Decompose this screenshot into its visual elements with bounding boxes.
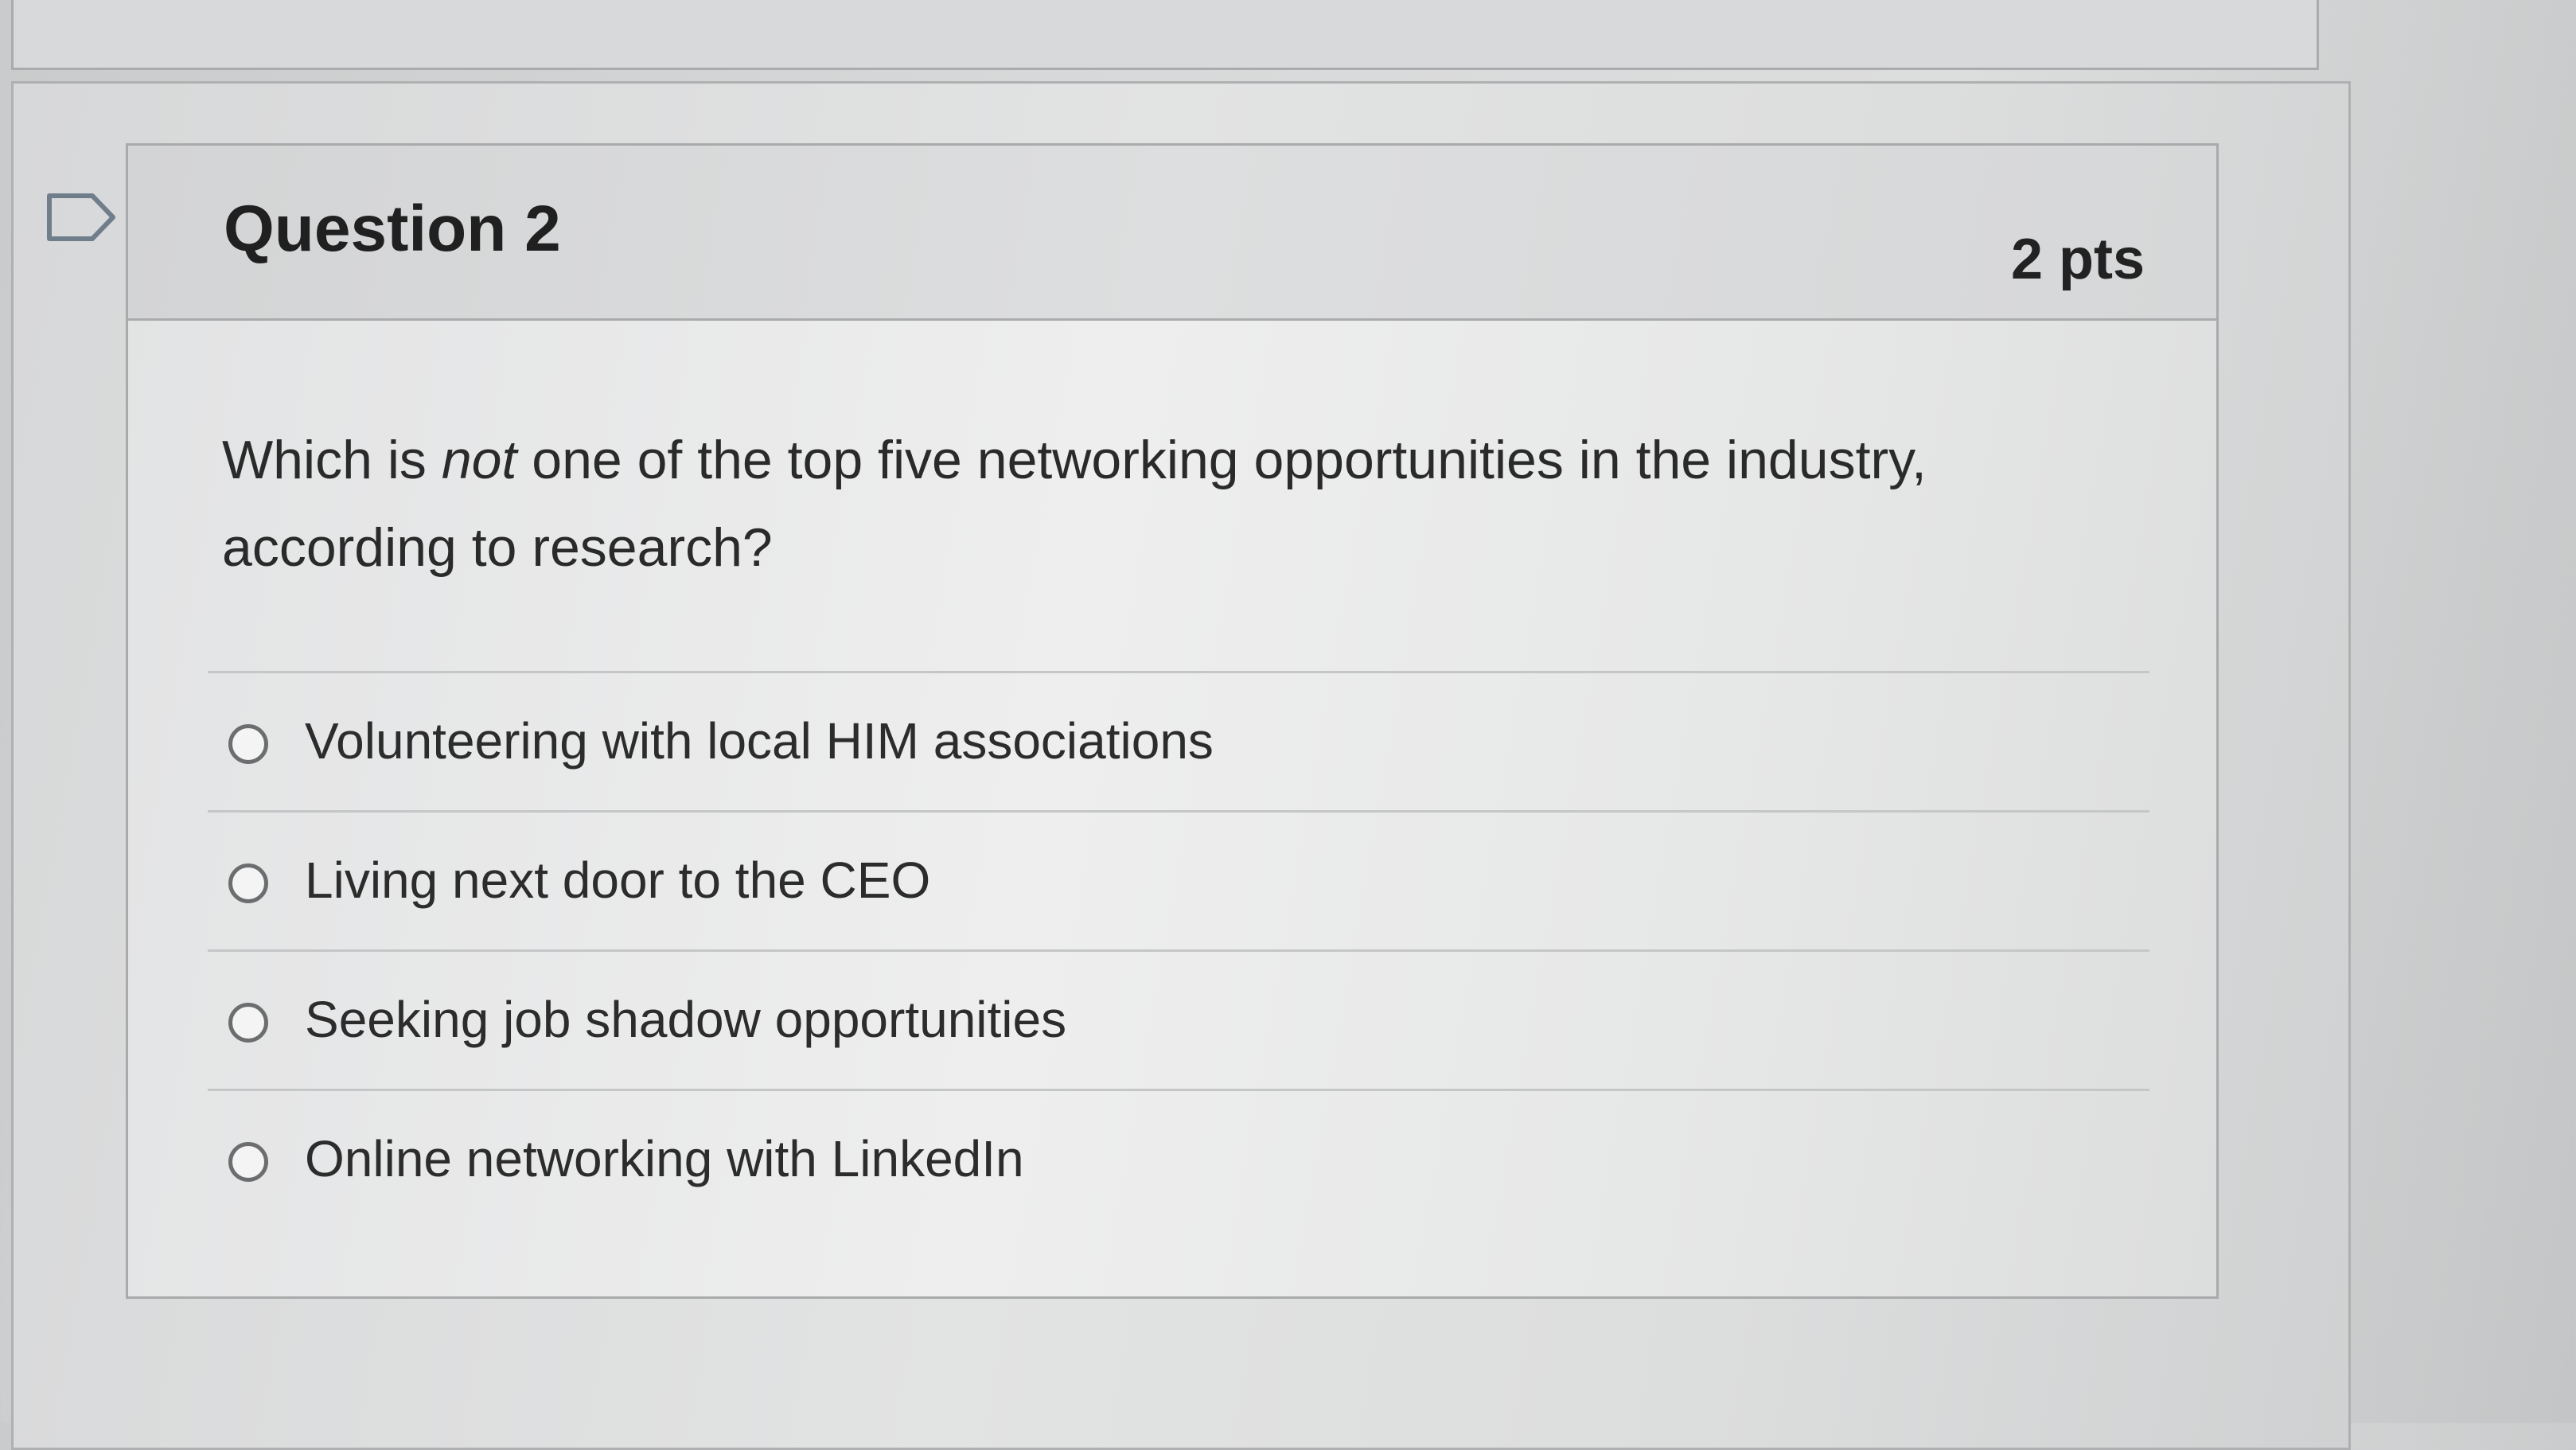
question-text-emphasis: not: [441, 430, 517, 490]
radio-button-icon[interactable]: [228, 1142, 268, 1182]
answer-label[interactable]: Living next door to the CEO: [305, 851, 930, 910]
answer-option-1[interactable]: Volunteering with local HIM associations: [208, 671, 2149, 810]
question-card: Question 2 2 pts Which is not one of the…: [126, 143, 2219, 1299]
answer-option-4[interactable]: Online networking with LinkedIn: [208, 1089, 2149, 1228]
radio-button-icon[interactable]: [228, 1003, 268, 1043]
question-title: Question 2: [224, 193, 561, 265]
radio-button-icon[interactable]: [228, 724, 268, 764]
question-header: Question 2 2 pts: [128, 146, 2216, 321]
answer-option-2[interactable]: Living next door to the CEO: [208, 810, 2149, 949]
answer-label[interactable]: Volunteering with local HIM associations: [305, 711, 1214, 770]
question-points: 2 pts: [2010, 228, 2145, 291]
radio-button-icon[interactable]: [228, 863, 268, 903]
answer-label[interactable]: Seeking job shadow opportunities: [305, 990, 1066, 1049]
previous-question-panel: [11, 0, 2319, 70]
answer-list: Volunteering with local HIM associations…: [208, 671, 2149, 1228]
question-text: Which is not one of the top five network…: [222, 416, 2132, 591]
answer-option-3[interactable]: Seeking job shadow opportunities: [208, 949, 2149, 1089]
question-text-start: Which is: [222, 430, 442, 490]
flag-question-icon[interactable]: [45, 189, 118, 245]
answer-label[interactable]: Online networking with LinkedIn: [305, 1129, 1024, 1188]
